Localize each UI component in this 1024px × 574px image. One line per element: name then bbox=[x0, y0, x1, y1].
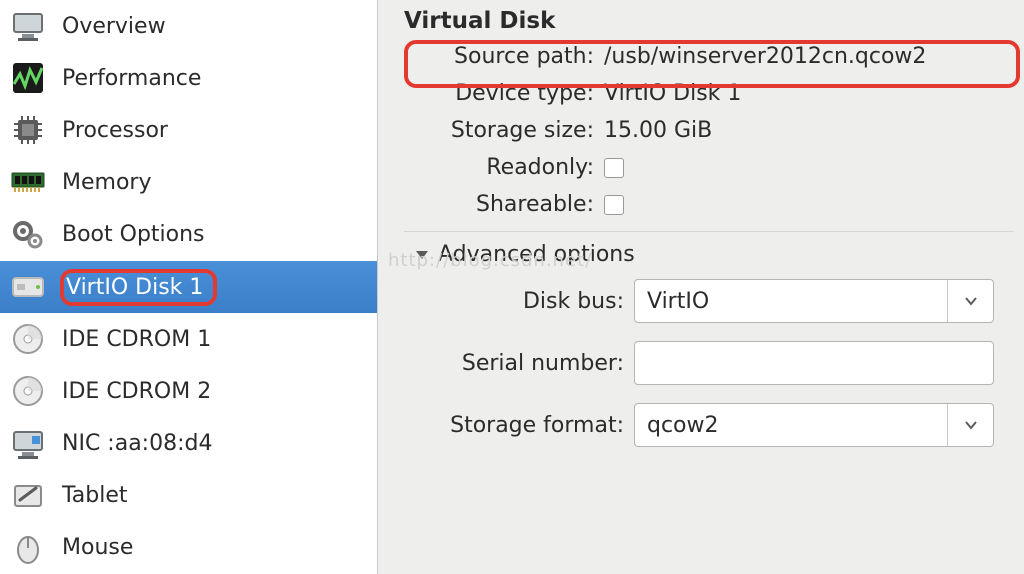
storage-format-combo[interactable]: qcow2 bbox=[634, 403, 994, 447]
readonly-label: Readonly: bbox=[404, 155, 604, 180]
storage-size-value: 15.00 GiB bbox=[604, 118, 1014, 143]
mouse-icon bbox=[8, 528, 48, 568]
advanced-controls: Disk bus: VirtIO Serial number: Storage … bbox=[404, 279, 1014, 447]
storage-size-label: Storage size: bbox=[404, 118, 604, 143]
shareable-checkbox[interactable] bbox=[604, 195, 624, 215]
gear-icon bbox=[8, 215, 48, 255]
sidebar-item-tablet[interactable]: Tablet bbox=[0, 470, 377, 522]
disk-bus-combo[interactable]: VirtIO bbox=[634, 279, 994, 323]
selected-highlight: VirtIO Disk 1 bbox=[60, 269, 217, 306]
sidebar-item-performance[interactable]: Performance bbox=[0, 52, 377, 104]
sidebar-item-processor[interactable]: Processor bbox=[0, 104, 377, 156]
sidebar-item-mouse[interactable]: Mouse bbox=[0, 522, 377, 574]
source-path-label: Source path: bbox=[404, 44, 604, 69]
memory-icon bbox=[8, 163, 48, 203]
sidebar-item-label: Mouse bbox=[62, 535, 133, 560]
chevron-down-icon[interactable] bbox=[947, 280, 993, 322]
advanced-options-label: Advanced options bbox=[438, 242, 635, 267]
sidebar-item-nic[interactable]: NIC :aa:08:d4 bbox=[0, 418, 377, 470]
advanced-options-toggle[interactable]: Advanced options bbox=[404, 242, 1014, 267]
readonly-checkbox[interactable] bbox=[604, 158, 624, 178]
performance-icon bbox=[8, 58, 48, 98]
device-type-label: Device type: bbox=[404, 81, 604, 106]
sidebar-item-label: IDE CDROM 2 bbox=[62, 379, 211, 404]
sidebar-item-boot-options[interactable]: Boot Options bbox=[0, 209, 377, 261]
sidebar-item-overview[interactable]: Overview bbox=[0, 0, 377, 52]
sidebar-item-label: Processor bbox=[62, 118, 168, 143]
app-root: Overview Performance Processor Memory Bo bbox=[0, 0, 1024, 574]
disk-bus-label: Disk bus: bbox=[414, 289, 634, 314]
source-path-value: /usb/winserver2012cn.qcow2 bbox=[604, 44, 1014, 69]
sidebar-item-virtio-disk-1[interactable]: VirtIO Disk 1 bbox=[0, 261, 377, 313]
sidebar-item-label: Overview bbox=[62, 14, 166, 39]
hardware-sidebar: Overview Performance Processor Memory Bo bbox=[0, 0, 378, 574]
monitor-icon bbox=[8, 6, 48, 46]
details-panel: Virtual Disk Source path: /usb/winserver… bbox=[378, 0, 1024, 574]
sidebar-item-ide-cdrom-1[interactable]: IDE CDROM 1 bbox=[0, 313, 377, 365]
panel-title: Virtual Disk bbox=[404, 8, 1014, 34]
storage-format-value: qcow2 bbox=[635, 413, 947, 438]
sidebar-item-memory[interactable]: Memory bbox=[0, 157, 377, 209]
disk-icon bbox=[8, 267, 48, 307]
cpu-icon bbox=[8, 110, 48, 150]
sidebar-item-label: Tablet bbox=[62, 483, 128, 508]
sidebar-item-label: Boot Options bbox=[62, 222, 205, 247]
section-divider bbox=[404, 231, 1014, 232]
sidebar-item-label: Memory bbox=[62, 170, 151, 195]
storage-format-label: Storage format: bbox=[414, 413, 634, 438]
serial-number-label: Serial number: bbox=[414, 351, 634, 376]
sidebar-item-ide-cdrom-2[interactable]: IDE CDROM 2 bbox=[0, 365, 377, 417]
cdrom-icon bbox=[8, 319, 48, 359]
cdrom-icon bbox=[8, 371, 48, 411]
shareable-label: Shareable: bbox=[404, 192, 604, 217]
sidebar-item-label: VirtIO Disk 1 bbox=[66, 275, 203, 300]
serial-number-input[interactable] bbox=[634, 341, 994, 385]
chevron-down-icon bbox=[414, 247, 430, 263]
sidebar-item-label: NIC :aa:08:d4 bbox=[62, 431, 212, 456]
chevron-down-icon[interactable] bbox=[947, 404, 993, 446]
sidebar-item-label: Performance bbox=[62, 66, 201, 91]
tablet-icon bbox=[8, 476, 48, 516]
device-type-value: VirtIO Disk 1 bbox=[604, 81, 1014, 106]
properties-grid: Source path: /usb/winserver2012cn.qcow2 … bbox=[404, 44, 1014, 217]
nic-icon bbox=[8, 424, 48, 464]
disk-bus-value: VirtIO bbox=[635, 289, 947, 314]
sidebar-item-label: IDE CDROM 1 bbox=[62, 327, 211, 352]
